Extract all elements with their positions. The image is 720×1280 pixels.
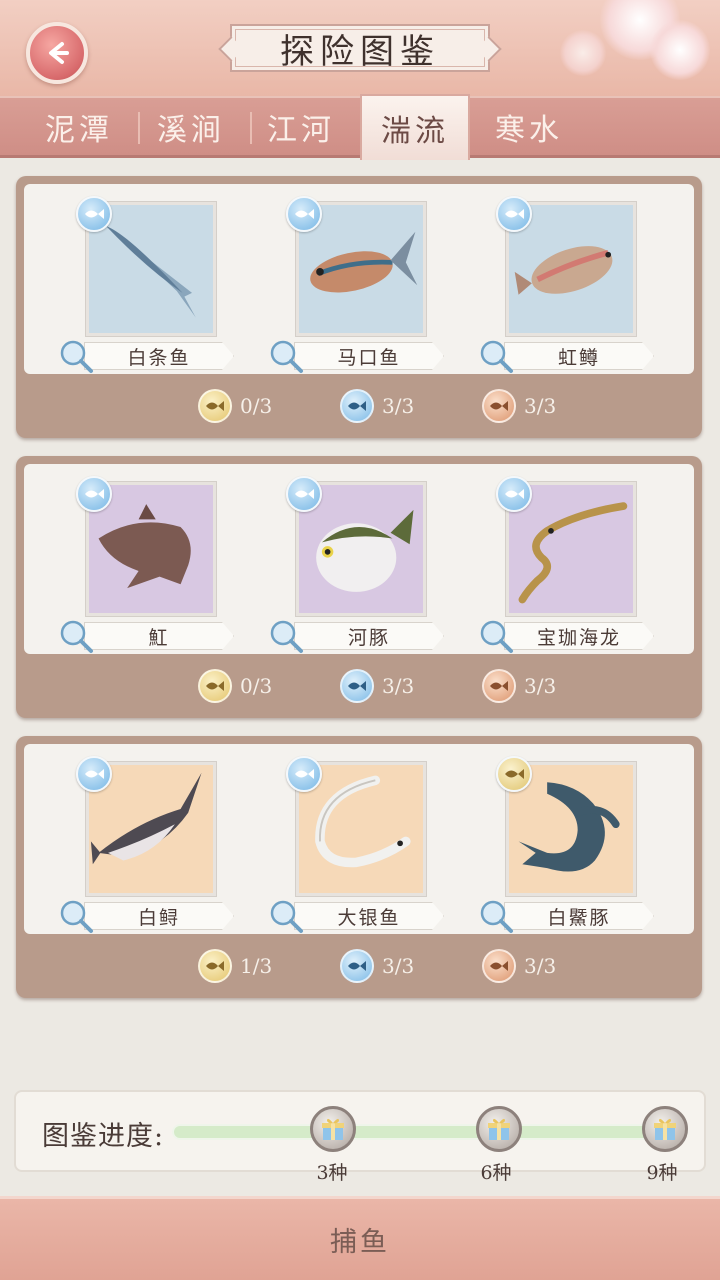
region-tabs: 泥潭 溪涧 江河 湍流 寒水 (0, 94, 720, 160)
fishing-net-icon (60, 620, 93, 653)
fish-group-card: 魟 河豚 宝珈海龙 0/3 3/3 3/3 (16, 456, 702, 718)
milestone-label: 6种 (480, 1162, 512, 1184)
collection-count-bronze: 3/3 (482, 668, 556, 704)
fish-group-card: 白条鱼 马口鱼 虹鳟 0/3 3/3 3/3 (16, 176, 702, 438)
fish-icon-badge (496, 756, 532, 792)
fish-name: 马口鱼 (294, 342, 444, 370)
bottom-bar: 捕鱼 (0, 1196, 720, 1280)
fish-entry[interactable]: 宝珈海龙 (444, 464, 654, 654)
fish-name: 白条鱼 (84, 342, 234, 370)
page-title: 探险图鉴 (230, 24, 490, 72)
count-value: 0/3 (240, 674, 273, 698)
gift-box-icon[interactable] (476, 1106, 522, 1152)
collection-count-blue: 3/3 (340, 388, 414, 424)
fishing-net-icon (270, 620, 303, 653)
fish-icon-badge (76, 476, 112, 512)
fish-icon-badge (286, 196, 322, 232)
collection-count-blue: 3/3 (340, 948, 414, 984)
header: 探险图鉴 (0, 0, 720, 96)
fish-name: 白鲟 (84, 902, 234, 930)
gold-fish-coin-icon (198, 949, 232, 983)
tab-cold-water[interactable]: 寒水 (474, 98, 584, 156)
milestone-label: 9种 (646, 1162, 678, 1184)
count-value: 3/3 (382, 394, 415, 418)
fish-entry[interactable]: 白条鱼 (24, 184, 234, 374)
collection-count-blue: 3/3 (340, 668, 414, 704)
fishing-net-icon (60, 340, 93, 373)
fish-entry[interactable]: 虹鳟 (444, 184, 654, 374)
fish-entry[interactable]: 白鱀豚 (444, 744, 654, 934)
fishing-button[interactable]: 捕鱼 (330, 1220, 390, 1259)
fish-entry[interactable]: 河豚 (234, 464, 444, 654)
fishing-net-icon (270, 340, 303, 373)
fish-icon-badge (76, 196, 112, 232)
collection-count-bronze: 3/3 (482, 948, 556, 984)
fish-entry[interactable]: 大银鱼 (234, 744, 444, 934)
collection-count-bronze: 3/3 (482, 388, 556, 424)
fish-icon-badge (286, 756, 322, 792)
fish-entry[interactable]: 马口鱼 (234, 184, 444, 374)
collection-count-gold: 0/3 (198, 668, 272, 704)
tab-mud-pool[interactable]: 泥潭 (24, 98, 134, 156)
fish-group-card: 白鲟 大银鱼 白鱀豚 1/3 3/3 3/3 (16, 736, 702, 998)
fish-name: 宝珈海龙 (504, 622, 654, 650)
count-value: 3/3 (524, 954, 557, 978)
count-value: 3/3 (524, 394, 557, 418)
fish-name: 白鱀豚 (504, 902, 654, 930)
progress-label: 图鉴进度: (42, 1121, 165, 1152)
bronze-fish-coin-icon (482, 669, 516, 703)
fish-group-list: 白条鱼 马口鱼 虹鳟 (24, 184, 694, 374)
gold-fish-coin-icon (198, 389, 232, 423)
count-value: 3/3 (382, 954, 415, 978)
collection-count-gold: 1/3 (198, 948, 272, 984)
fish-icon-badge (76, 756, 112, 792)
milestone-label: 3种 (316, 1162, 348, 1184)
count-value: 3/3 (524, 674, 557, 698)
fishing-net-icon (480, 900, 513, 933)
tab-rapids[interactable]: 湍流 (360, 94, 470, 160)
fishing-net-icon (270, 900, 303, 933)
fish-icon-badge (286, 476, 322, 512)
back-button[interactable] (26, 22, 88, 84)
fish-icon-badge (496, 196, 532, 232)
fish-group-list: 白鲟 大银鱼 白鱀豚 (24, 744, 694, 934)
blossom-decoration (650, 20, 710, 80)
fishing-net-icon (60, 900, 93, 933)
collection-count-gold: 0/3 (198, 388, 272, 424)
fish-entry[interactable]: 魟 (24, 464, 234, 654)
blue-fish-coin-icon (340, 669, 374, 703)
gift-box-icon[interactable] (642, 1106, 688, 1152)
fish-group-list: 魟 河豚 宝珈海龙 (24, 464, 694, 654)
fishing-net-icon (480, 340, 513, 373)
blue-fish-coin-icon (340, 389, 374, 423)
count-value: 0/3 (240, 394, 273, 418)
bronze-fish-coin-icon (482, 949, 516, 983)
gold-fish-coin-icon (198, 669, 232, 703)
tab-mountain-stream[interactable]: 溪涧 (136, 98, 246, 156)
bronze-fish-coin-icon (482, 389, 516, 423)
count-value: 1/3 (240, 954, 273, 978)
fishing-net-icon (480, 620, 513, 653)
gift-box-icon[interactable] (310, 1106, 356, 1152)
count-value: 3/3 (382, 674, 415, 698)
progress-bar (172, 1106, 688, 1152)
back-arrow-icon (49, 42, 69, 64)
blossom-decoration (560, 30, 606, 76)
fish-name: 魟 (84, 622, 234, 650)
tab-river[interactable]: 江河 (246, 98, 356, 156)
fish-entry[interactable]: 白鲟 (24, 744, 234, 934)
blue-fish-coin-icon (340, 949, 374, 983)
fish-name: 虹鳟 (504, 342, 654, 370)
fish-name: 大银鱼 (294, 902, 444, 930)
fish-icon-badge (496, 476, 532, 512)
fish-name: 河豚 (294, 622, 444, 650)
